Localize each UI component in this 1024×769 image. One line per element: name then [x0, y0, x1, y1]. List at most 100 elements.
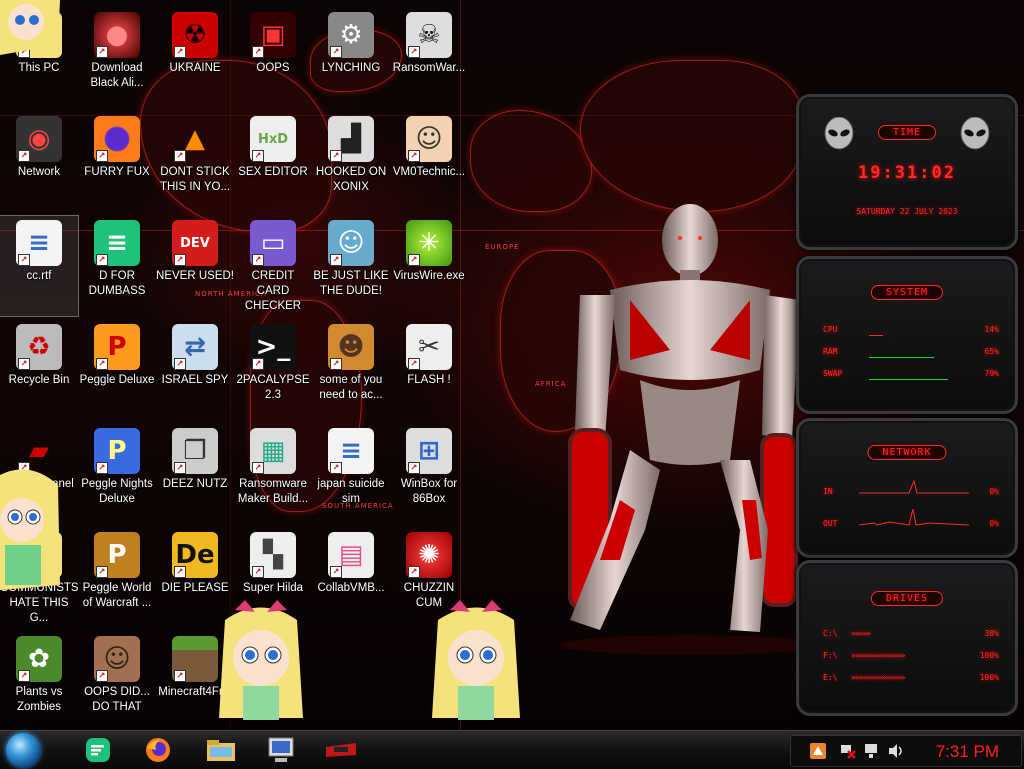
desktop-icon-label: japan suicide sim: [317, 478, 385, 505]
shortcut-arrow-icon: ↗: [408, 150, 420, 162]
shortcut-arrow-icon: ↗: [252, 566, 264, 578]
desktop-icon[interactable]: ↗ FURRY FUX: [78, 112, 156, 212]
desktop-icon-label: SEX EDITOR: [238, 166, 308, 178]
desktop-icon[interactable]: ▦ ↗ Ransomware Maker Build...: [234, 424, 312, 524]
desktop-icon[interactable]: ☺ ↗ VM0Technic...: [390, 112, 468, 212]
network-error-icon[interactable]: [839, 743, 857, 759]
system-ram-label: RAM: [823, 347, 838, 356]
desktop-icon[interactable]: ⇄ ↗ ISRAEL SPY: [156, 320, 234, 420]
desktop-icon[interactable]: ✳ ↗ VirusWire.exe: [390, 216, 468, 316]
taskbar-firefox-icon[interactable]: [132, 734, 184, 766]
peggle-nights-icon: P ↗: [94, 428, 140, 474]
drive-label: C:\: [823, 629, 838, 638]
volume-icon[interactable]: [887, 743, 905, 759]
desktop-icon[interactable]: ≡ ↗ cc.rtf: [0, 215, 79, 317]
die-icon: De ↗: [172, 532, 218, 578]
system-cpu-value: 14%: [984, 325, 999, 334]
desktop-icon[interactable]: ◉ ↗ Network: [0, 112, 78, 212]
shortcut-arrow-icon: ↗: [18, 358, 30, 370]
desktop-icon[interactable]: ✂ ↗ FLASH !: [390, 320, 468, 420]
credit-card-icon: ▭ ↗: [250, 220, 296, 266]
desktop-icon[interactable]: ⚙ ↗ LYNCHING: [312, 8, 390, 108]
taskbar-clock[interactable]: 7:31 PM: [936, 742, 999, 762]
desktop-icon[interactable]: ▟ ↗ HOOKED ON XONIX: [312, 112, 390, 212]
desktop-icon[interactable]: ▤ ↗ CollabVMB...: [312, 528, 390, 628]
star-cartoon-sticker: [0, 0, 60, 55]
drive-usage-bar: »»»»»: [851, 629, 871, 638]
desktop-icon[interactable]: ▲ ↗ DONT STICK THIS IN YO...: [156, 112, 234, 212]
shortcut-arrow-icon: ↗: [96, 150, 108, 162]
taskbar-messenger-icon[interactable]: [72, 734, 124, 766]
dude-icon: ☺ ↗: [328, 220, 374, 266]
desktop-icon[interactable]: ▭ ↗ CREDIT CARD CHECKER: [234, 216, 312, 316]
desktop-icon[interactable]: ✿ ↗ Plants vs Zombies: [0, 632, 78, 730]
desktop-icon[interactable]: ≡ ↗ D FOR DUMBASS: [78, 216, 156, 316]
desktop-icon-label: Ransomware Maker Build...: [237, 478, 309, 505]
shortcut-arrow-icon: ↗: [408, 46, 420, 58]
grass-block-icon: ↗: [172, 636, 218, 682]
desktop-icon-label: Peggle Nights Deluxe: [81, 478, 153, 505]
desktop-icon[interactable]: ▣ ↗ OOPS: [234, 8, 312, 108]
desktop-icon-label: This PC: [18, 62, 60, 74]
shortcut-arrow-icon: ↗: [96, 358, 108, 370]
devcpp-icon: DEV ↗: [172, 220, 218, 266]
desktop-icon-label: FURRY FUX: [84, 166, 150, 178]
desktop-icon[interactable]: ☻ ↗ some of you need to ac...: [312, 320, 390, 420]
desktop-icon[interactable]: ♻ ↗ Recycle Bin: [0, 320, 78, 420]
robot-wallpaper-figure: [560, 204, 800, 655]
network-widget: NETWORK IN 0% OUT 0%: [796, 418, 1018, 558]
shortcut-arrow-icon: ↗: [174, 670, 186, 682]
system-ram-bar: [869, 357, 934, 358]
desktop-icon[interactable]: P ↗ Peggle Nights Deluxe: [78, 424, 156, 524]
system-tray: 7:31 PM: [790, 735, 1022, 767]
widget-clock: 19:31:02: [858, 163, 956, 183]
shortcut-arrow-icon: ↗: [330, 46, 342, 58]
desktop-icon[interactable]: DEV ↗ NEVER USED!: [156, 216, 234, 316]
radiation-icon: ☢ ↗: [172, 12, 218, 58]
desktop-icon-label: 2PACALYPSE 2.3: [236, 374, 310, 401]
shortcut-arrow-icon: ↗: [252, 150, 264, 162]
network-icon[interactable]: [863, 743, 881, 759]
shortcut-arrow-icon: ↗: [252, 358, 264, 370]
desktop-icon[interactable]: ☺ ↗ BE JUST LIKE THE DUDE!: [312, 216, 390, 316]
ransomware-maker-icon: ▦ ↗: [250, 428, 296, 474]
network-in-label: IN: [823, 487, 833, 496]
desktop-icon[interactable]: ≡ ↗ japan suicide sim: [312, 424, 390, 524]
desktop-icon[interactable]: ⊞ ↗ WinBox for 86Box: [390, 424, 468, 524]
system-swap-value: 79%: [984, 369, 999, 378]
desktop-icon[interactable]: ● ↗ Download Black Ali...: [78, 8, 156, 108]
alien-head-icon: [824, 117, 854, 150]
desktop-icon-label: DIE PLEASE: [161, 582, 229, 594]
desktop-icon[interactable]: ☠ ↗ RansomWar...: [390, 8, 468, 108]
taskbar-file-explorer-icon[interactable]: [195, 734, 247, 766]
desktop-icon[interactable]: HxD ↗ SEX EDITOR: [234, 112, 312, 212]
desktop-icon[interactable]: >_ ↗ 2PACALYPSE 2.3: [234, 320, 312, 420]
network-pc-icon: ⇄ ↗: [172, 324, 218, 370]
desktop-icon-label: OOPS DID... DO THAT: [84, 686, 150, 713]
alien-network-icon: ◉ ↗: [16, 116, 62, 162]
app-icon[interactable]: [809, 742, 827, 760]
desktop-icon[interactable]: P ↗ Peggle World of Warcraft ...: [78, 528, 156, 628]
shortcut-arrow-icon: ↗: [174, 566, 186, 578]
drive-usage-bar: »»»»»»»»»»»»»»: [851, 673, 905, 682]
desktop-icon[interactable]: ☺ ↗ OOPS DID... DO THAT: [78, 632, 156, 730]
portrait-icon: ☺ ↗: [94, 636, 140, 682]
star-cartoon-sticker: [219, 600, 303, 720]
skull-icon: ☠ ↗: [406, 12, 452, 58]
desktop-icon[interactable]: ☢ ↗ UKRAINE: [156, 8, 234, 108]
drive-label: E:\: [823, 673, 838, 682]
desktop-icon-label: WinBox for 86Box: [400, 478, 458, 505]
taskbar-control-panel-icon[interactable]: [315, 734, 367, 766]
widget-date: SATURDAY 22 JULY 2023: [856, 207, 958, 216]
shortcut-arrow-icon: ↗: [408, 462, 420, 474]
recycle-bin-icon: ♻ ↗: [16, 324, 62, 370]
peggle-wow-icon: P ↗: [94, 532, 140, 578]
drives-widget: DRIVES C:\ »»»»» 38% F:\ »»»»»»»»»»»»»» 1…: [796, 560, 1018, 716]
desktop-icon[interactable]: ❐ ↗ DEEZ NUTZ: [156, 424, 234, 524]
alien-orb-icon: ● ↗: [94, 12, 140, 58]
red-window-icon: ▣ ↗: [250, 12, 296, 58]
shortcut-arrow-icon: ↗: [174, 150, 186, 162]
start-orb-icon[interactable]: [6, 733, 40, 767]
desktop-icon[interactable]: P ↗ Peggle Deluxe: [78, 320, 156, 420]
taskbar-computer-icon[interactable]: [255, 734, 307, 766]
